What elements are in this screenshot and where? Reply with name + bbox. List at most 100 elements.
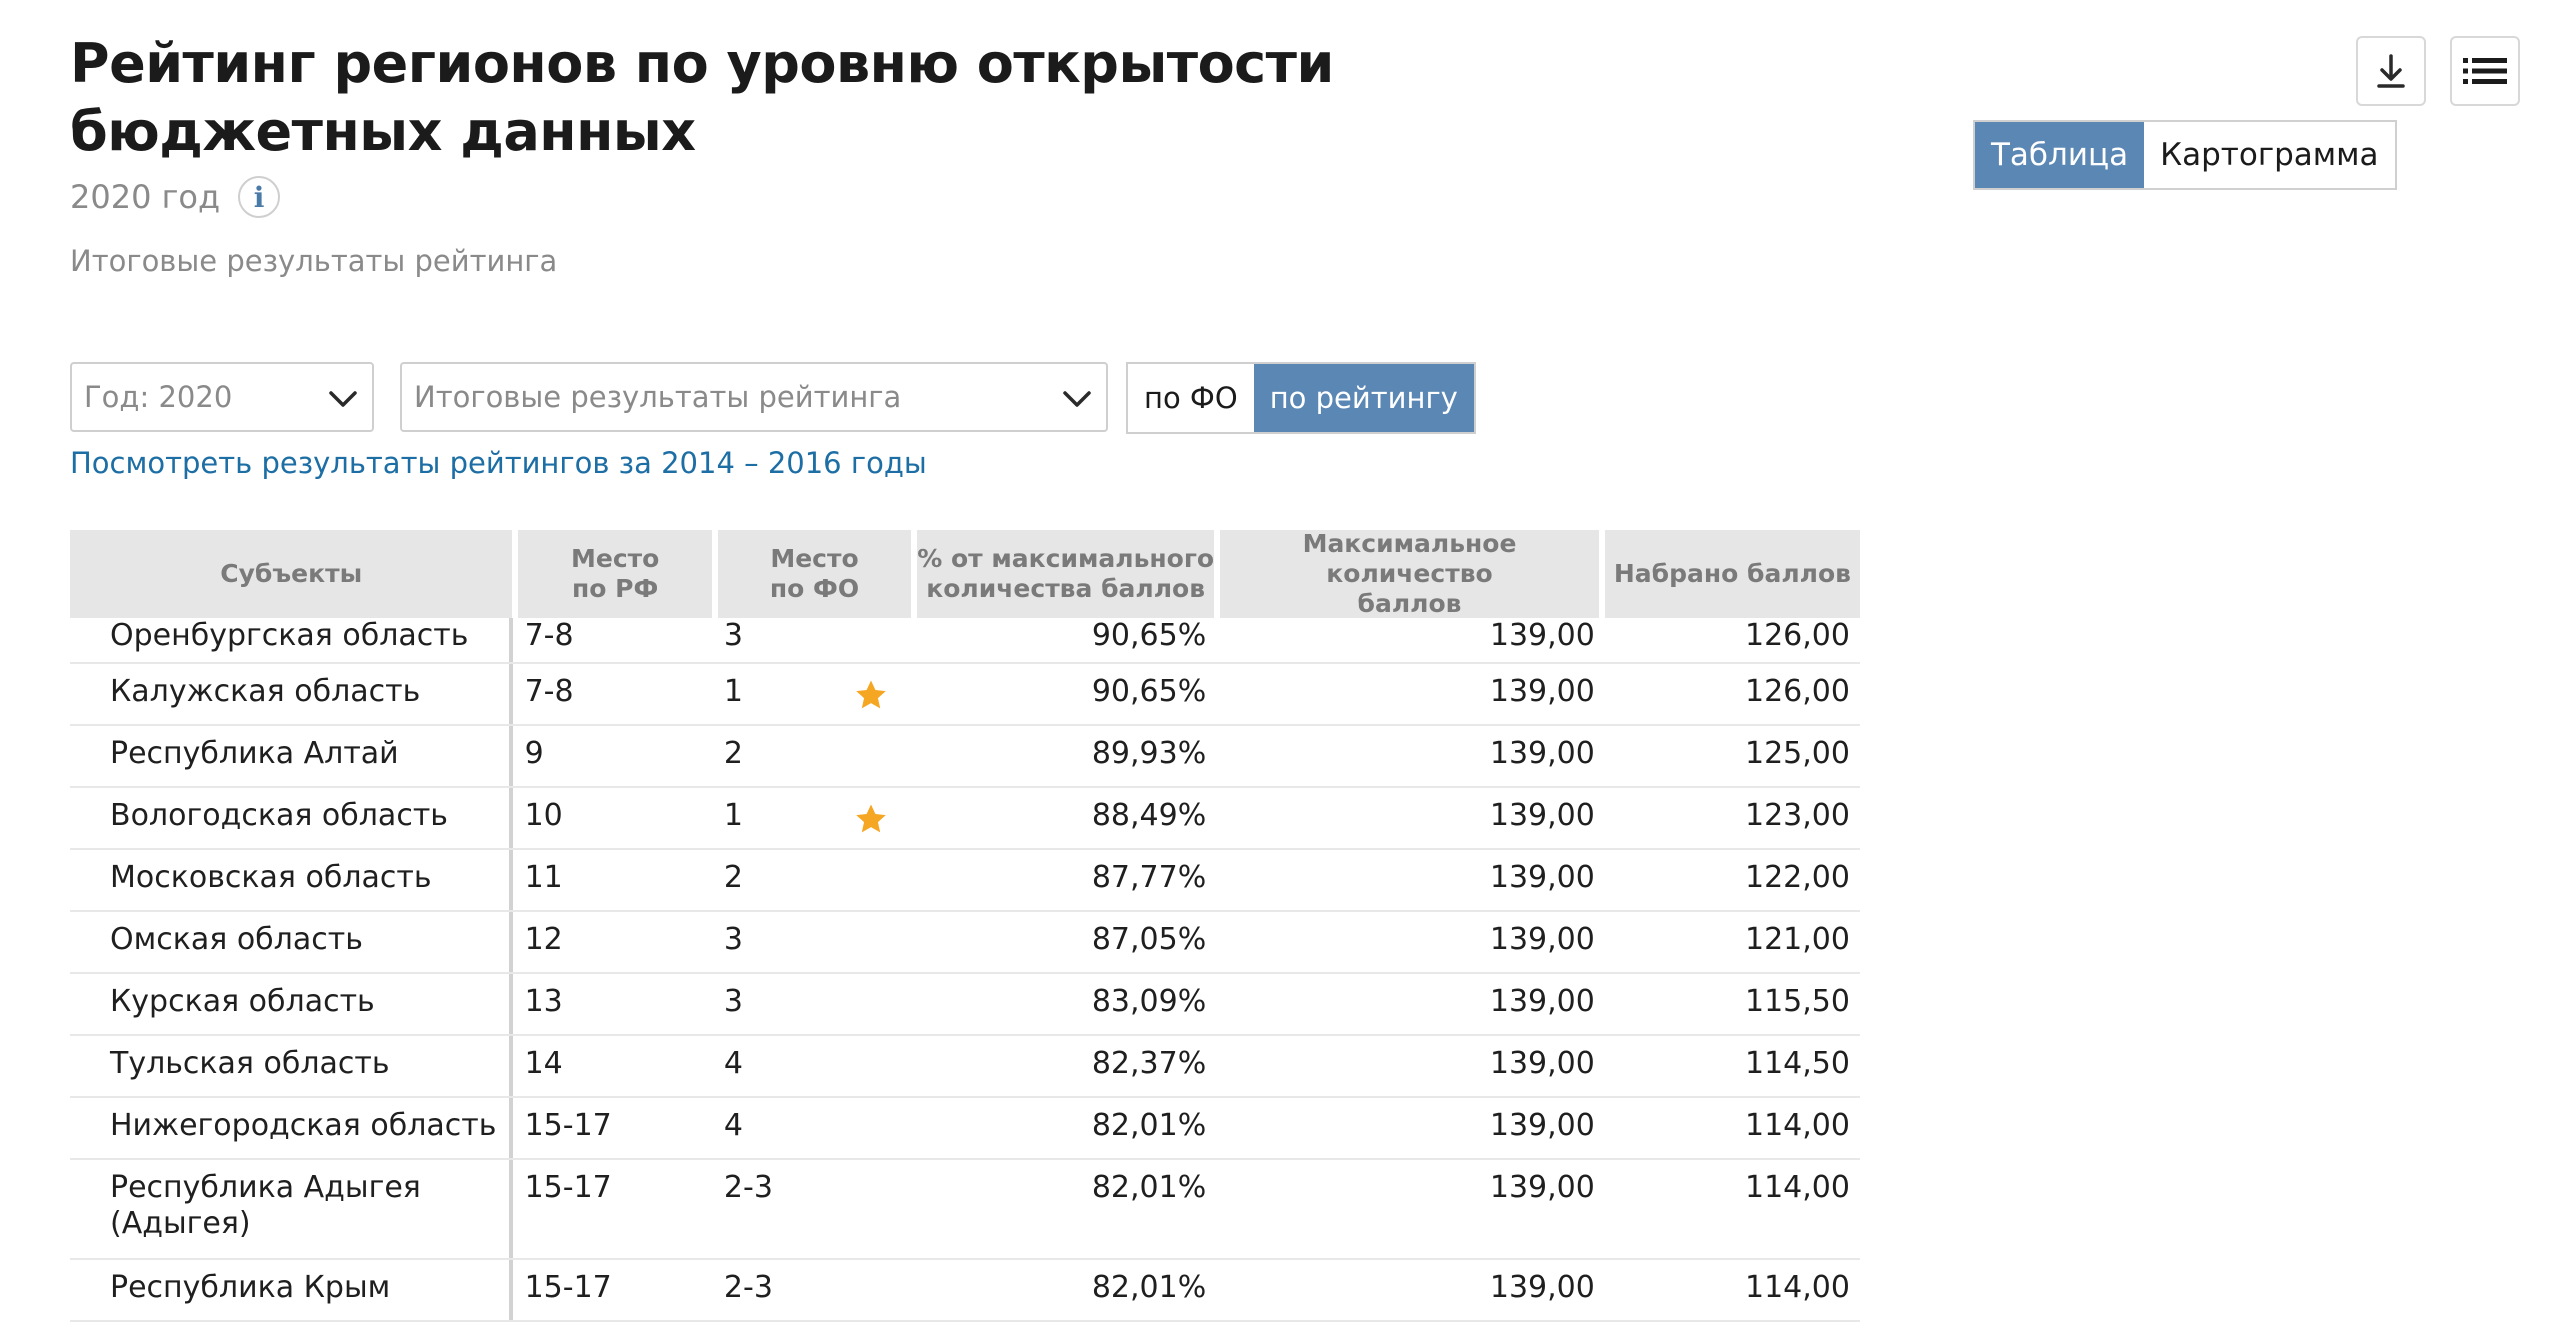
header-points-got[interactable]: Набрано баллов bbox=[1604, 530, 1860, 618]
rating-table: Субъекты Место по РФ Место по ФО % от макс… bbox=[70, 529, 1860, 1322]
rank-fo-value: 4 bbox=[723, 1108, 744, 1143]
header-rank-rf[interactable]: Место по РФ bbox=[518, 530, 712, 618]
table-header: Субъекты Место по РФ Место по ФО % от макс… bbox=[70, 529, 1860, 619]
list-view-button[interactable] bbox=[2450, 36, 2520, 106]
star-icon bbox=[856, 680, 886, 709]
tab-table[interactable]: Таблица bbox=[1975, 122, 2145, 188]
rank-fo-value: 2 bbox=[723, 860, 744, 895]
table-row[interactable]: Нижегородская область 15-17 4 82,01% 139,00 1… bbox=[70, 1098, 1860, 1160]
cell-rank-fo: 2 bbox=[712, 726, 911, 786]
cell-points-got: 115,50 bbox=[1745, 984, 1850, 1019]
header-rank-fo-label: Место по ФО bbox=[770, 544, 859, 604]
rank-fo-value: 2 bbox=[723, 736, 744, 771]
cell-rank-fo: 1 bbox=[712, 788, 911, 848]
cell-rank-fo: 4 bbox=[712, 1036, 911, 1096]
table-row[interactable]: Московская область 11 2 87,77% 139,00 122,00 bbox=[70, 850, 1860, 912]
page-title: Рейтинг регионов по уровню открытости бю… bbox=[70, 30, 1334, 166]
info-icon[interactable]: i bbox=[238, 176, 281, 218]
table-body: Оренбургская область 7-8 3 90,65% 139,00 126,… bbox=[70, 618, 1860, 1322]
list-icon bbox=[2463, 58, 2507, 84]
header-max-line-1: Максимальное количество bbox=[1302, 529, 1517, 588]
view-switch: Таблица Картограмма bbox=[1973, 120, 2397, 190]
cell-max-points: 139,00 bbox=[1489, 618, 1595, 653]
year-select[interactable]: Год: 2020 bbox=[70, 362, 374, 432]
chevron-down-icon bbox=[1063, 391, 1091, 407]
cell-rank-rf: 7-8 bbox=[524, 674, 574, 709]
rating-select[interactable]: Итоговые результаты рейтинга bbox=[400, 362, 1108, 432]
cell-max-points: 139,00 bbox=[1489, 922, 1595, 957]
cell-percent: 82,01% bbox=[1091, 1270, 1207, 1305]
cell-rank-fo: 1 bbox=[712, 664, 911, 724]
header-percent-line-2: количества баллов bbox=[926, 574, 1206, 603]
cell-rank-fo: 2 bbox=[712, 850, 911, 910]
cell-percent: 83,09% bbox=[1091, 984, 1207, 1019]
cell-subject: Республика Крым bbox=[70, 1260, 513, 1320]
header-percent-label: % от максимального количества баллов bbox=[917, 544, 1214, 604]
header-max-points-label: Максимальное количество баллов bbox=[1220, 529, 1599, 619]
header-rank-fo-line-1: Место bbox=[770, 544, 859, 573]
cell-points-got: 114,00 bbox=[1745, 1170, 1850, 1205]
cell-max-points: 139,00 bbox=[1489, 798, 1595, 833]
cell-subject: Московская область bbox=[70, 850, 513, 910]
cell-subject: Оренбургская область bbox=[70, 618, 513, 662]
table-row[interactable]: Республика Крым 15-17 2-3 82,01% 139,00 114,0… bbox=[70, 1260, 1860, 1322]
cell-rank-rf: 9 bbox=[524, 736, 544, 771]
rank-fo-value: 1 bbox=[723, 674, 744, 709]
cell-subject: Курская область bbox=[70, 974, 513, 1034]
header-rank-rf-label: Место по РФ bbox=[571, 544, 659, 604]
table-row[interactable]: Омская область 12 3 87,05% 139,00 121,00 bbox=[70, 912, 1860, 974]
cell-rank-fo: 2-3 bbox=[712, 1160, 911, 1258]
year-row: 2020 год i bbox=[70, 176, 281, 218]
cell-percent: 82,37% bbox=[1091, 1046, 1207, 1081]
year-select-value: Год: 2020 bbox=[84, 380, 233, 414]
cell-rank-fo: 4 bbox=[712, 1098, 911, 1158]
cell-rank-rf: 15-17 bbox=[524, 1108, 612, 1143]
table-row[interactable]: Калужская область 7-8 1 90,65% 139,00 126,00 bbox=[70, 664, 1860, 726]
table-row[interactable]: Республика Алтай 9 2 89,93% 139,00 125,00 bbox=[70, 726, 1860, 788]
year-label: 2020 год bbox=[70, 178, 221, 216]
chevron-down-icon bbox=[329, 391, 357, 407]
table-row[interactable]: Тульская область 14 4 82,37% 139,00 114,50 bbox=[70, 1036, 1860, 1098]
group-by-rating-button[interactable]: по рейтингу bbox=[1253, 364, 1474, 432]
header-max-points[interactable]: Максимальное количество баллов bbox=[1220, 529, 1599, 619]
cell-subject: Омская область bbox=[70, 912, 513, 972]
rank-fo-value: 1 bbox=[723, 798, 744, 833]
cell-subject: Тульская область bbox=[70, 1036, 513, 1096]
cell-rank-rf: 14 bbox=[524, 1046, 563, 1081]
header-subject-label: Субъекты bbox=[220, 559, 363, 588]
rating-select-value: Итоговые результаты рейтинга bbox=[414, 380, 902, 414]
cell-rank-rf: 15-17 bbox=[524, 1170, 612, 1205]
cell-percent: 87,77% bbox=[1091, 860, 1207, 895]
table-row[interactable]: Вологодская область 10 1 88,49% 139,00 123,00 bbox=[70, 788, 1860, 850]
header-rank-rf-line-1: Место bbox=[570, 544, 660, 573]
download-button[interactable] bbox=[2356, 36, 2426, 106]
header-subject[interactable]: Субъекты bbox=[70, 530, 513, 618]
header-rank-fo-line-2: по ФО bbox=[769, 574, 860, 603]
cell-subject: Республика Адыгея (Адыгея) bbox=[70, 1160, 513, 1258]
table-row[interactable]: Курская область 13 3 83,09% 139,00 115,50 bbox=[70, 974, 1860, 1036]
cell-percent: 90,65% bbox=[1091, 674, 1207, 709]
table-row[interactable]: Оренбургская область 7-8 3 90,65% 139,00 126,… bbox=[70, 618, 1860, 664]
rank-fo-value: 3 bbox=[723, 618, 744, 653]
header-percent[interactable]: % от максимального количества баллов bbox=[917, 530, 1215, 618]
cell-points-got: 114,50 bbox=[1745, 1046, 1850, 1081]
cell-percent: 88,49% bbox=[1091, 798, 1207, 833]
cell-percent: 87,05% bbox=[1091, 922, 1207, 957]
header-max-line-2: баллов bbox=[1357, 589, 1462, 618]
cell-percent: 90,65% bbox=[1091, 618, 1207, 653]
rank-fo-value: 3 bbox=[723, 984, 744, 1019]
page-subtitle: Итоговые результаты рейтинга bbox=[70, 244, 558, 278]
rank-fo-value: 2-3 bbox=[723, 1170, 773, 1205]
page-title-line-1: Рейтинг регионов по уровню открытости bbox=[70, 32, 1334, 95]
header-points-got-label: Набрано баллов bbox=[1613, 559, 1851, 588]
star-icon bbox=[856, 804, 886, 833]
tab-cartogram[interactable]: Картограмма bbox=[2144, 122, 2395, 188]
cell-max-points: 139,00 bbox=[1489, 984, 1595, 1019]
group-by-fo-button[interactable]: по ФО bbox=[1128, 364, 1254, 432]
header-rank-fo[interactable]: Место по ФО bbox=[717, 530, 912, 618]
archive-results-link[interactable]: Посмотреть результаты рейтингов за 2014 … bbox=[70, 446, 927, 480]
cell-max-points: 139,00 bbox=[1489, 1108, 1595, 1143]
cell-rank-rf: 13 bbox=[524, 984, 563, 1019]
cell-percent: 82,01% bbox=[1091, 1170, 1207, 1205]
table-row[interactable]: Республика Адыгея (Адыгея) 15-17 2-3 82,01%… bbox=[70, 1160, 1860, 1260]
